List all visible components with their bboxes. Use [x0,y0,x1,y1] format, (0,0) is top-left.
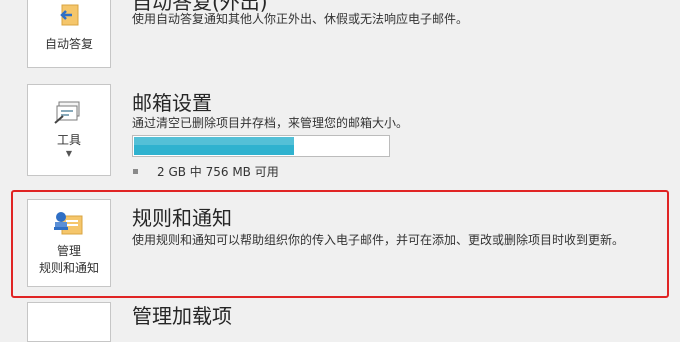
quota-bullet [133,169,138,174]
mailbox-usage-fill [134,137,295,155]
manage-rules-label-line1: 管理 [56,244,81,258]
mailbox-quota-text: 2 GB 中 756 MB 可用 [157,165,279,179]
auto-reply-description: 使用自动答复通知其他人你正外出、休假或无法响应电子邮件。 [132,12,469,26]
manage-rules-label-line2: 规则和通知 [38,261,99,275]
rules-alerts-icon [52,208,86,242]
chevron-down-icon: ▼ [65,149,73,158]
manage-addins-button[interactable] [27,302,111,342]
tools-button[interactable]: 工具 ▼ [27,84,111,176]
rules-description: 使用规则和通知可以帮助组织你的传入电子邮件，并可在添加、更改或删除项目时收到更新… [132,233,625,247]
mailbox-usage-bar [132,135,390,157]
mailbox-heading: 邮箱设置 [132,91,212,115]
tools-button-label: 工具 [56,133,81,147]
auto-reply-button[interactable]: 自动答复 [27,0,111,68]
mailbox-description: 通过清空已删除项目并存档，来管理您的邮箱大小。 [132,116,409,130]
tools-icon [53,99,85,129]
auto-reply-icon [56,2,82,32]
manage-rules-button[interactable]: 管理 规则和通知 [27,199,111,287]
auto-reply-button-label: 自动答复 [44,37,93,51]
rules-heading: 规则和通知 [132,206,232,230]
addins-heading: 管理加载项 [132,304,232,328]
